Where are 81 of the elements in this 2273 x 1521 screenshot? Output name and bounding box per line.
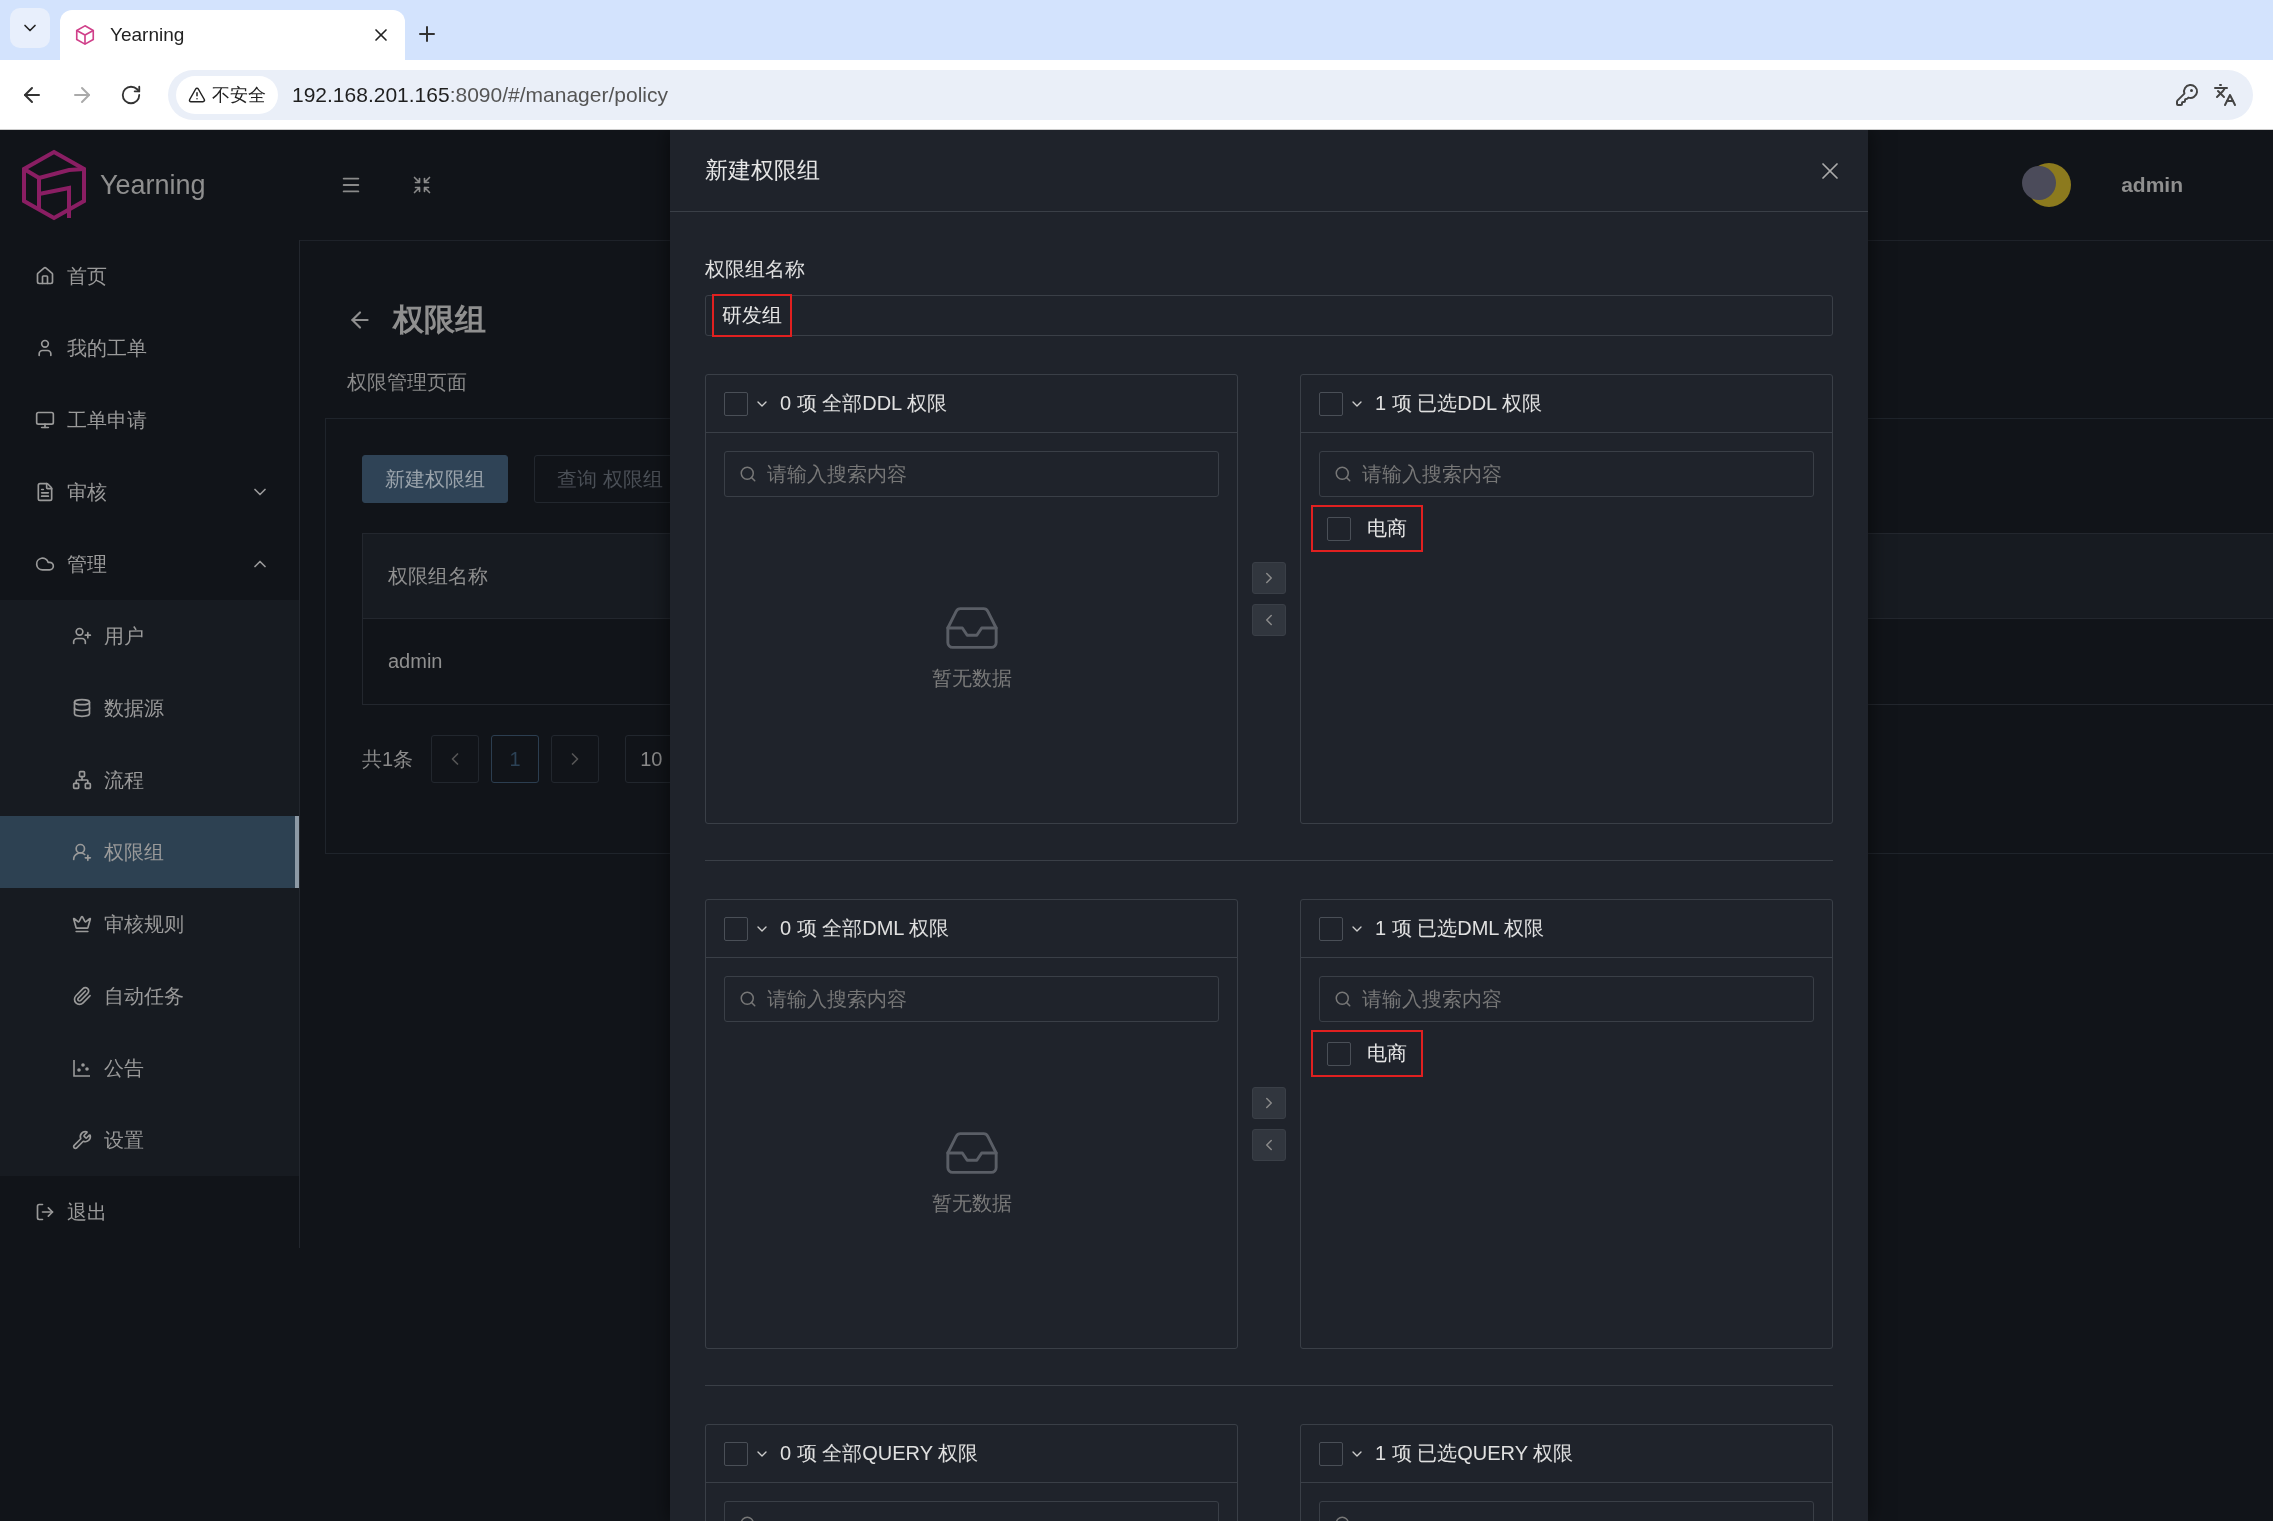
empty-text: 暂无数据 <box>931 665 1012 691</box>
sidebar-item[interactable]: 数据源 <box>0 672 299 744</box>
panel-header-text: 1 项 已选DML 权限 <box>1375 916 1545 941</box>
menu-item-icon <box>72 986 92 1006</box>
search-field[interactable]: 请输入搜索内容 <box>724 451 1219 497</box>
panel-header-text: 0 项 全部DML 权限 <box>780 916 950 941</box>
checkbox[interactable] <box>1319 1441 1343 1466</box>
cube-logo-icon <box>74 24 96 46</box>
search-field[interactable]: 请输入搜索内容 <box>1319 976 1814 1022</box>
fullscreen-icon[interactable] <box>412 175 432 195</box>
menu-item-icon <box>72 770 92 790</box>
menu-item-icon <box>72 914 92 934</box>
browser-tab[interactable]: Yearning <box>60 10 405 60</box>
avatar[interactable] <box>2021 161 2072 209</box>
cube-logo <box>20 149 88 221</box>
panel-header-text: 0 项 全部DDL 权限 <box>780 391 948 416</box>
checkbox[interactable] <box>1327 516 1351 541</box>
search-icon <box>1334 990 1352 1008</box>
tab-menu-button[interactable] <box>10 8 50 48</box>
checkbox[interactable] <box>1319 391 1343 416</box>
menu-item-icon <box>35 554 55 574</box>
list-item[interactable]: 电商 <box>1313 507 1421 550</box>
table-cell: admin <box>388 650 443 673</box>
checkbox[interactable] <box>724 1441 748 1466</box>
scatter-chart-icon <box>72 1058 92 1078</box>
sidebar-item[interactable]: 审核规则 <box>0 888 299 960</box>
warning-icon <box>188 85 206 104</box>
move-right-button[interactable] <box>1252 1087 1286 1119</box>
move-left-button[interactable] <box>1252 1129 1286 1161</box>
column-header: 权限组名称 <box>388 563 488 589</box>
empty-text: 暂无数据 <box>931 1190 1012 1216</box>
panel-header-text: 1 项 已选QUERY 权限 <box>1375 1441 1574 1466</box>
url-text[interactable]: 192.168.201.165:8090/#/manager/policy <box>292 82 2161 107</box>
menu-item-icon <box>35 1202 55 1222</box>
menu-item-icon <box>35 482 55 502</box>
search-icon <box>739 990 757 1008</box>
user-name[interactable]: admin <box>2121 173 2183 197</box>
menu-item-icon <box>72 698 92 718</box>
sidebar-item[interactable]: 自动任务 <box>0 960 299 1032</box>
search-field[interactable]: 请输入搜索内容 <box>724 976 1219 1022</box>
field-label: 权限组名称 <box>705 257 806 282</box>
logo-text: Yearning <box>100 169 206 201</box>
page-subtitle: 权限管理页面 <box>347 370 468 395</box>
reload-button[interactable] <box>120 83 142 106</box>
panel-header-text: 0 项 全部QUERY 权限 <box>780 1441 979 1466</box>
search-field[interactable]: 请输入搜索内容 <box>1319 451 1814 497</box>
menu-item-icon <box>35 338 55 358</box>
move-left-button[interactable] <box>1252 604 1286 636</box>
sidebar-item[interactable]: 公告 <box>0 1032 299 1104</box>
menu-item-icon <box>72 842 92 862</box>
search-icon <box>1334 465 1352 483</box>
total-count: 共1条 <box>362 746 414 772</box>
item-label: 电商 <box>1367 1041 1407 1066</box>
key-icon[interactable] <box>2175 82 2199 107</box>
sidebar-item[interactable]: 流程 <box>0 744 299 816</box>
item-label: 电商 <box>1367 516 1407 541</box>
checkbox[interactable] <box>724 916 748 941</box>
next-page-button[interactable] <box>551 735 600 783</box>
move-right-button[interactable] <box>1252 562 1286 594</box>
field-value: 研发组 <box>714 296 790 335</box>
input-field[interactable]: 研发组 <box>705 295 1833 336</box>
checkbox[interactable] <box>724 391 748 416</box>
panel-header-text: 1 项 已选DDL 权限 <box>1375 391 1543 416</box>
checkbox[interactable] <box>1319 916 1343 941</box>
menu-item-icon <box>72 1130 92 1150</box>
dialog-title: 新建权限组 <box>705 156 820 185</box>
prev-page-button[interactable] <box>431 735 480 783</box>
list-item[interactable]: 电商 <box>1313 1032 1421 1075</box>
action-button[interactable]: 新建权限组 <box>362 455 508 503</box>
security-chip[interactable]: 不安全 <box>176 75 278 114</box>
menu-item-icon <box>72 626 92 646</box>
reload-icon <box>120 83 142 106</box>
search-icon <box>739 465 757 483</box>
checkbox[interactable] <box>1327 1041 1351 1066</box>
menu-item-icon <box>35 266 55 286</box>
sidebar-item[interactable]: 设置 <box>0 1104 299 1176</box>
menu-item-icon <box>35 410 55 430</box>
page-title: 权限组 <box>393 301 486 339</box>
sidebar-item[interactable]: 用户 <box>0 600 299 672</box>
translate-icon[interactable] <box>2213 82 2237 107</box>
sidebar-item[interactable]: 权限组 <box>0 816 299 888</box>
